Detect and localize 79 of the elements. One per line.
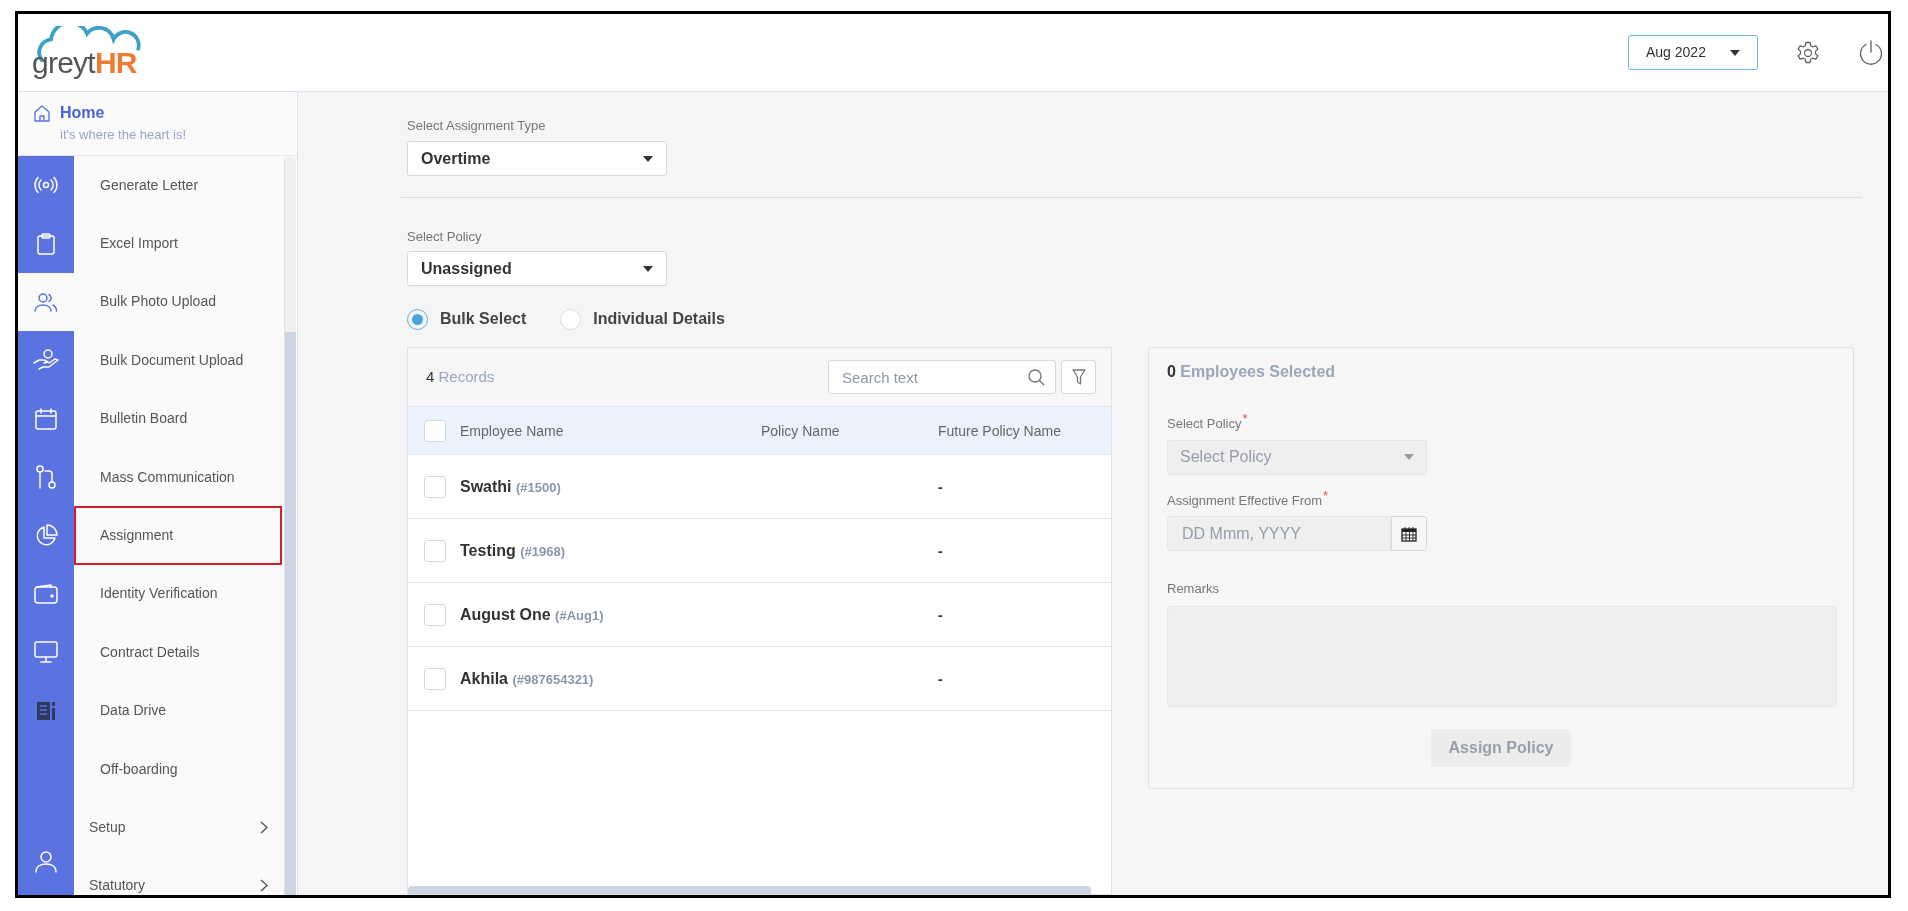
- search-field[interactable]: Search text: [828, 360, 1056, 394]
- menu-item[interactable]: Contract Details: [74, 623, 282, 682]
- document-icon[interactable]: [36, 700, 56, 721]
- table-cell: -: [938, 670, 943, 687]
- menu-item[interactable]: Data Drive: [74, 681, 282, 740]
- hand-icon[interactable]: [33, 349, 59, 372]
- column-header: Policy Name: [761, 422, 840, 439]
- radio-option[interactable]: Bulk Select: [407, 307, 527, 331]
- field-label: Remarks: [1167, 580, 1219, 598]
- checkbox[interactable]: [424, 539, 446, 562]
- caret-icon: [643, 155, 653, 162]
- menu-item[interactable]: Identity Verification: [74, 564, 282, 624]
- caret-icon: [1730, 49, 1740, 56]
- filter-button[interactable]: [1061, 360, 1096, 394]
- people-icon[interactable]: [34, 291, 58, 312]
- column-header: Employee Name: [460, 422, 564, 439]
- checkbox[interactable]: [424, 419, 446, 442]
- table-row[interactable]: August One (#Aug1) -: [408, 583, 1111, 647]
- filter-icon: [1071, 369, 1086, 385]
- checkbox[interactable]: [424, 603, 446, 626]
- home-title: Home: [60, 103, 106, 123]
- table-cell: -: [938, 478, 943, 495]
- checkbox[interactable]: [424, 667, 446, 690]
- employee-name: Akhila (#987654321): [460, 669, 594, 687]
- calendar-button[interactable]: [1391, 516, 1427, 551]
- field-label: Select Policy: [407, 228, 483, 245]
- clipboard-icon[interactable]: [36, 232, 56, 255]
- checkbox[interactable]: [424, 475, 446, 498]
- employee-name: Testing (#1968): [460, 541, 565, 559]
- menu-item[interactable]: Excel Import: [74, 214, 282, 273]
- menu-item[interactable]: Bulletin Board: [74, 389, 282, 448]
- selected-count: 0 Employees Selected: [1167, 362, 1337, 382]
- menu-item[interactable]: Mass Communication: [74, 447, 282, 507]
- flow-icon[interactable]: [35, 465, 57, 490]
- power-icon[interactable]: [1858, 39, 1884, 66]
- pie-chart-icon[interactable]: [34, 523, 58, 548]
- horizontal-scrollbar[interactable]: [408, 886, 1091, 894]
- search-icon[interactable]: [1028, 369, 1045, 386]
- employee-name: August One (#Aug1): [460, 605, 604, 623]
- column-header: Future Policy Name: [938, 422, 1061, 439]
- menu-item[interactable]: Off-boarding: [74, 739, 282, 799]
- scrollbar[interactable]: [284, 156, 296, 895]
- table-row[interactable]: Akhila (#987654321) -: [408, 647, 1111, 711]
- logo-text: greytHR: [32, 47, 137, 78]
- broadcast-icon[interactable]: [34, 176, 58, 195]
- month-dropdown[interactable]: Aug 2022: [1628, 35, 1758, 70]
- assignment-type-dropdown[interactable]: Overtime: [407, 141, 667, 176]
- chevron-icon: [260, 821, 268, 834]
- employee-name: Swathi (#1500): [460, 477, 561, 495]
- wallet-icon[interactable]: [34, 583, 58, 604]
- table-row[interactable]: Testing (#1968) -: [408, 519, 1111, 583]
- chevron-icon: [260, 879, 268, 893]
- house-icon: [34, 105, 50, 122]
- calendar-icon[interactable]: [35, 407, 57, 430]
- user-icon[interactable]: [35, 850, 57, 873]
- menu-item[interactable]: Assignment: [74, 506, 282, 565]
- table-cell: -: [938, 542, 943, 559]
- home-tagline: it's where the heart is!: [60, 126, 187, 144]
- field-label: Select Assignment Type: [407, 117, 547, 134]
- menu-group[interactable]: Statutory: [74, 856, 282, 895]
- menu-group[interactable]: Setup: [74, 798, 282, 857]
- settings-icon[interactable]: [1796, 40, 1820, 65]
- field-label: Select Policy: [1167, 415, 1242, 433]
- required-mark: *: [1242, 412, 1248, 425]
- table-row[interactable]: Swathi (#1500) -: [408, 455, 1111, 519]
- required-mark: *: [1323, 488, 1329, 502]
- records-count: 4 Records: [426, 366, 495, 387]
- caret-icon: [643, 265, 653, 272]
- menu-item[interactable]: Generate Letter: [74, 156, 282, 215]
- logo[interactable]: greytHR: [24, 21, 164, 84]
- table-cell: -: [938, 606, 943, 623]
- monitor-icon[interactable]: [34, 641, 58, 664]
- menu-item[interactable]: Bulk Document Upload: [74, 331, 282, 390]
- calendar-icon: [1401, 525, 1417, 542]
- menu-item[interactable]: Bulk Photo Upload: [74, 272, 282, 332]
- policy-dropdown[interactable]: Unassigned: [407, 251, 667, 286]
- radio-option[interactable]: Individual Details: [560, 307, 725, 331]
- field-label: Assignment Effective From: [1167, 491, 1323, 510]
- caret-icon: [1404, 454, 1414, 460]
